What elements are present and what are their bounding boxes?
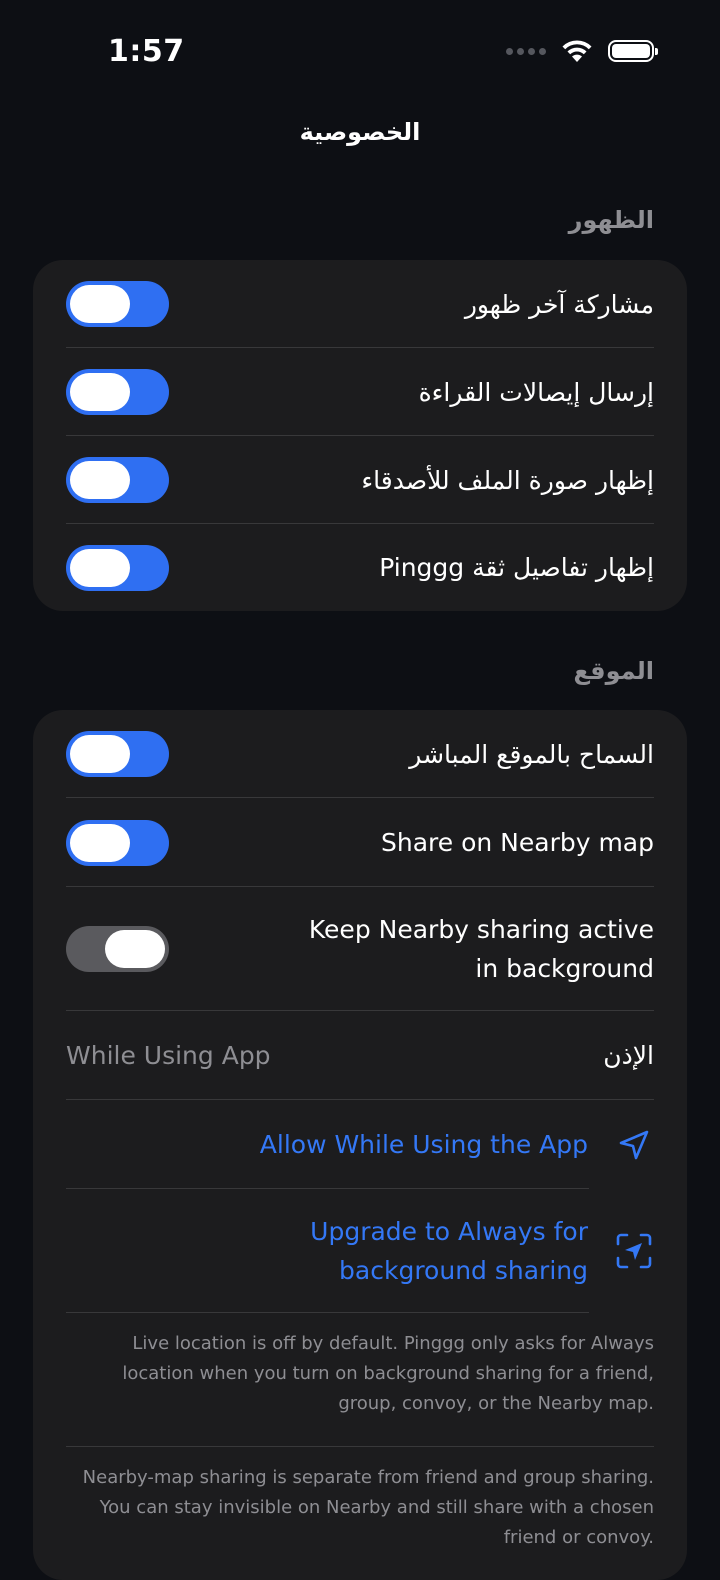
nearby-map-toggle[interactable] xyxy=(66,819,169,866)
location-viewfinder-icon xyxy=(614,1231,654,1271)
status-time: 1:57 xyxy=(108,34,185,69)
setting-label-line1: Keep Nearby sharing active xyxy=(308,915,654,944)
location-footnote-1: Live location is off by default. Pinggg … xyxy=(33,1313,687,1447)
setting-label: السماح بالموقع المباشر xyxy=(409,739,654,769)
allow-while-using-label: Allow While Using the App xyxy=(259,1130,588,1159)
upgrade-always-label: Upgrade to Always for background sharing xyxy=(310,1212,588,1290)
cellular-signal-icon xyxy=(506,47,546,55)
permission-label: الإذن xyxy=(603,1041,654,1070)
setting-row-last-seen: مشاركة آخر ظهور xyxy=(33,260,687,348)
section-header-location: الموقع xyxy=(573,657,654,685)
location-footnote-2: Nearby-map sharing is separate from frie… xyxy=(33,1447,687,1553)
background-sharing-toggle[interactable] xyxy=(66,926,169,972)
setting-label: إظهار صورة الملف للأصدقاء xyxy=(361,465,654,495)
footnote-line: You can stay invisible on Nearby and sti… xyxy=(99,1497,654,1518)
section-header-visibility: الظهور xyxy=(568,206,654,234)
location-card: السماح بالموقع المباشر Share on Nearby m… xyxy=(33,710,687,1580)
setting-label: Share on Nearby map xyxy=(380,828,654,857)
setting-label: إرسال إيصالات القراءة xyxy=(418,377,654,407)
setting-row-read-receipts: إرسال إيصالات القراءة xyxy=(33,348,687,436)
wifi-icon xyxy=(562,40,592,62)
upgrade-always-label-line2: background sharing xyxy=(339,1256,588,1285)
permission-row[interactable]: While Using App الإذن xyxy=(33,1011,687,1100)
footnote-line: friend or convoy. xyxy=(503,1527,654,1548)
setting-label: Keep Nearby sharing active in background xyxy=(309,910,654,988)
status-icons xyxy=(506,38,658,64)
setting-label: مشاركة آخر ظهور xyxy=(464,289,654,319)
setting-row-nearby-map: Share on Nearby map xyxy=(33,798,687,887)
profile-photo-toggle[interactable] xyxy=(66,457,169,503)
footnote-line: Nearby-map sharing is separate from frie… xyxy=(82,1467,654,1488)
allow-while-using-link[interactable]: Allow While Using the App xyxy=(33,1100,687,1189)
permission-value: While Using App xyxy=(66,1041,271,1070)
upgrade-always-label-line1: Upgrade to Always for xyxy=(310,1217,588,1246)
setting-row-live-location: السماح بالموقع المباشر xyxy=(33,710,687,798)
footnote-line: location when you turn on background sha… xyxy=(122,1363,654,1384)
read-receipts-toggle[interactable] xyxy=(66,369,169,415)
status-bar: 1:57 xyxy=(0,0,720,100)
upgrade-always-link[interactable]: Upgrade to Always for background sharing xyxy=(33,1189,687,1313)
footnote-line: Live location is off by default. Pinggg … xyxy=(132,1333,654,1354)
setting-label-line2: in background xyxy=(475,954,654,983)
page-title: الخصوصية xyxy=(299,118,421,146)
live-location-toggle[interactable] xyxy=(66,731,169,777)
location-arrow-icon xyxy=(614,1125,654,1165)
footnote-line: group, convoy, or the Nearby map. xyxy=(338,1393,654,1414)
visibility-card: مشاركة آخر ظهور إرسال إيصالات القراءة إظ… xyxy=(33,260,687,611)
trust-details-toggle[interactable] xyxy=(66,544,169,591)
setting-row-background-sharing: Keep Nearby sharing active in background xyxy=(33,887,687,1011)
setting-row-profile-photo: إظهار صورة الملف للأصدقاء xyxy=(33,436,687,524)
setting-label: إظهار تفاصيل ثقة Pinggg xyxy=(379,553,654,582)
setting-row-trust-details: إظهار تفاصيل ثقة Pinggg xyxy=(33,524,687,611)
last-seen-toggle[interactable] xyxy=(66,281,169,327)
battery-icon xyxy=(608,40,658,62)
